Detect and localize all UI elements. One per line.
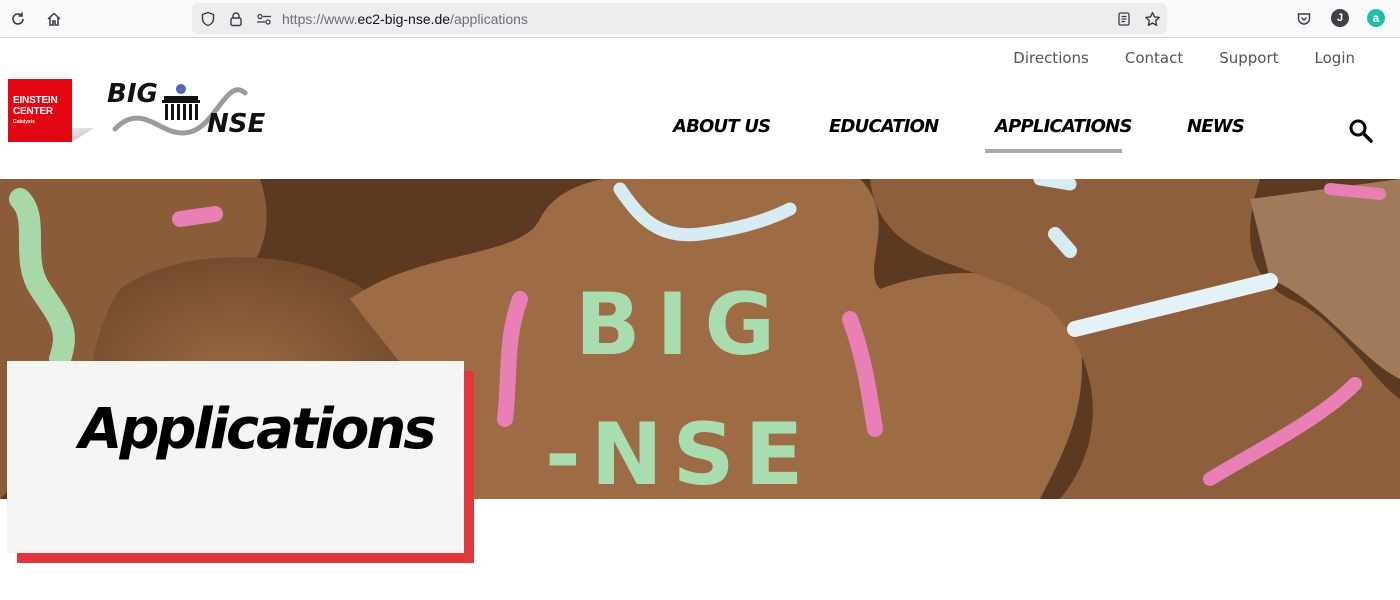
reload-icon[interactable] (6, 7, 30, 31)
brandenburg-gate-icon (162, 84, 200, 120)
big-nse-logo[interactable]: BIG NSE (107, 79, 267, 143)
nav-education[interactable]: EDUCATION (829, 116, 939, 137)
support-link[interactable]: Support (1219, 49, 1278, 67)
url-text[interactable]: https://www.ec2-big-nse.de/applications (282, 11, 528, 27)
url-bar[interactable]: https://www.ec2-big-nse.de/applications (192, 3, 1167, 34)
login-link[interactable]: Login (1315, 49, 1355, 67)
einstein-logo-sub: Catalysis (13, 119, 35, 125)
permissions-icon[interactable] (254, 9, 274, 29)
shield-icon[interactable] (198, 9, 218, 29)
contact-link[interactable]: Contact (1125, 49, 1183, 67)
logo-big-text: BIG (107, 79, 158, 109)
bookmark-star-icon[interactable] (1142, 9, 1162, 29)
nav-news[interactable]: NEWS (1187, 116, 1245, 137)
cookie-text-nse: -NSE (545, 405, 813, 499)
directions-link[interactable]: Directions (1013, 49, 1089, 67)
pocket-icon[interactable] (1292, 7, 1316, 31)
active-nav-indicator (985, 149, 1122, 153)
extension-icon[interactable]: a (1367, 9, 1385, 27)
reader-view-icon[interactable] (1114, 9, 1134, 29)
einstein-logo-line2: CENTER (13, 106, 53, 117)
url-prefix: https://www. (282, 11, 358, 27)
profile-avatar[interactable]: J (1331, 9, 1349, 27)
title-card: Applications (7, 361, 464, 553)
nav-about-us[interactable]: ABOUT US (673, 116, 771, 137)
home-icon[interactable] (42, 7, 66, 31)
cookie-text-big: BIG (575, 275, 791, 375)
einstein-center-logo[interactable]: EINSTEIN CENTER Catalysis (8, 79, 72, 142)
nav-applications[interactable]: APPLICATIONS (995, 116, 1132, 137)
logo-nse-text: NSE (207, 109, 266, 139)
url-host: ec2-big-nse.de (357, 11, 451, 27)
utility-nav: Directions Contact Support Login (1013, 49, 1355, 67)
lock-icon[interactable] (226, 9, 246, 29)
browser-toolbar: https://www.ec2-big-nse.de/applications … (0, 0, 1400, 38)
url-path: /applications (450, 11, 528, 27)
page-title: Applications (79, 397, 437, 462)
einstein-logo-line1: EINSTEIN (13, 95, 58, 106)
logo-shadow (72, 128, 94, 142)
search-icon[interactable] (1348, 118, 1374, 144)
